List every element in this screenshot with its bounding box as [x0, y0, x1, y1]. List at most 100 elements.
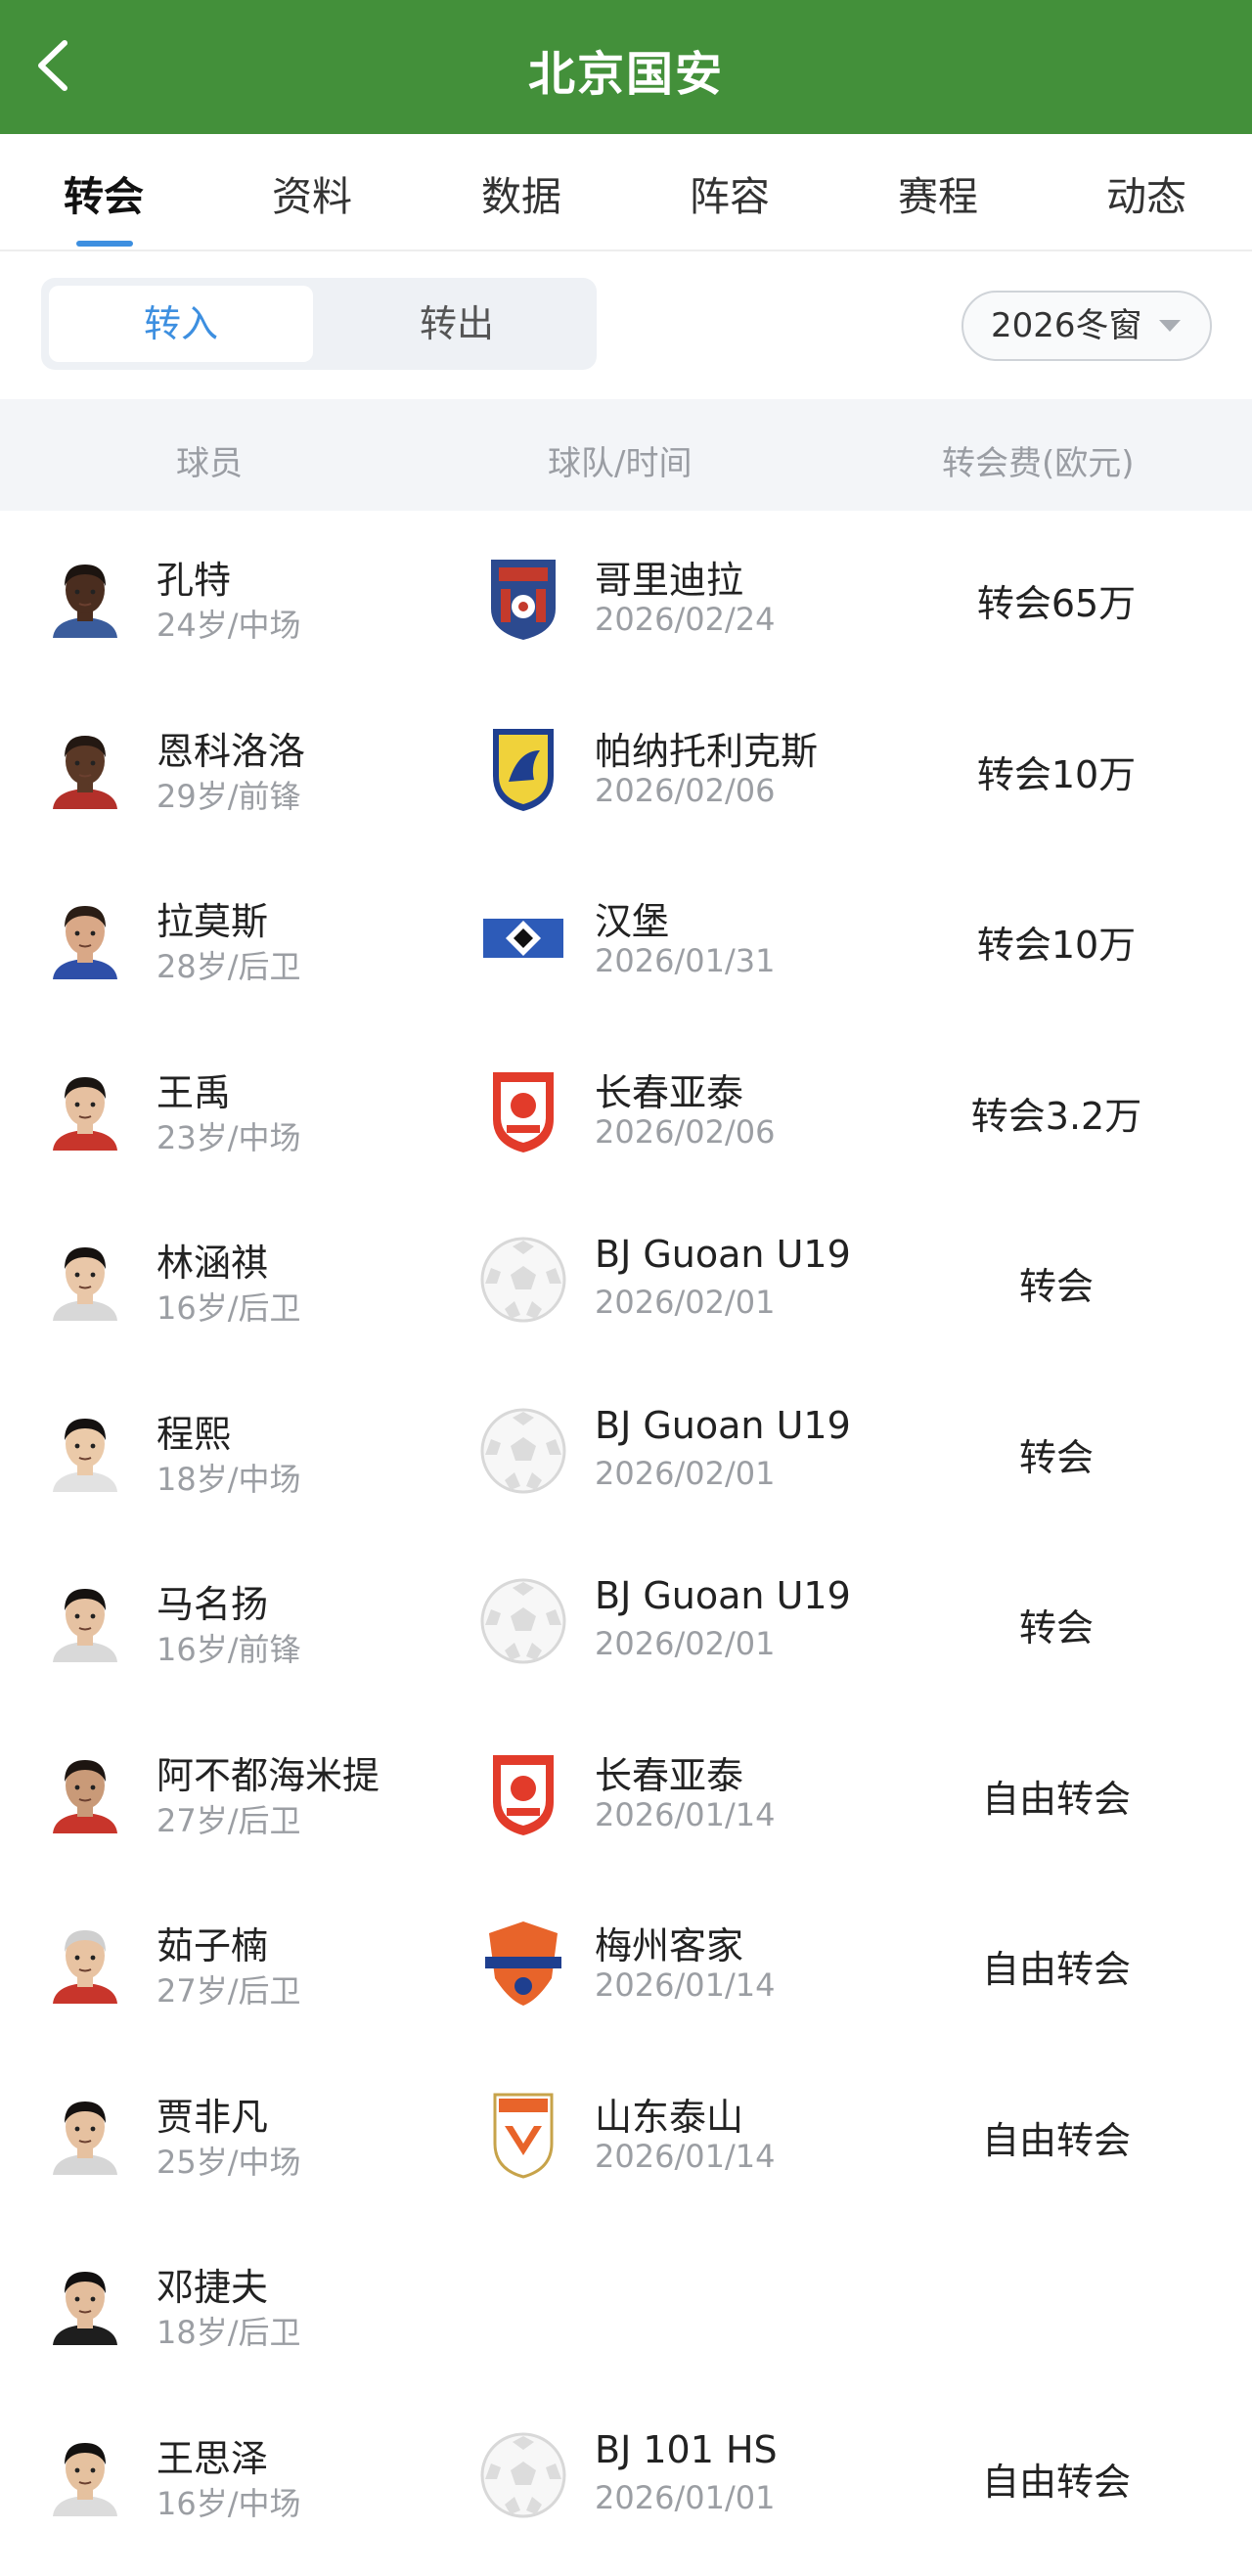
- player-age-position: 24岁/中场: [156, 607, 301, 644]
- team-name: 汉堡: [595, 900, 670, 943]
- transfer-date: 2026/02/01: [595, 1454, 776, 1492]
- transfer-fee: 转会10万: [976, 924, 1137, 967]
- player-avatar: [47, 1409, 123, 1492]
- player-avatar: [47, 1579, 123, 1662]
- team-name: BJ 101 HS: [595, 2427, 778, 2471]
- player-age-position: 28岁/后卫: [156, 948, 301, 985]
- transfer-window-value: 2026冬窗: [991, 306, 1142, 345]
- table-row[interactable]: 马名扬 16岁/前锋 BJ Guoan U19 2026/02/01 转会: [0, 1535, 1252, 1706]
- player-age-position: 25岁/中场: [156, 2143, 301, 2181]
- player-age-position: 27岁/后卫: [156, 1972, 301, 2010]
- table-row[interactable]: 恩科洛洛 29岁/前锋 帕纳托利克斯 2026/02/06 转会10万: [0, 682, 1252, 853]
- team-name: BJ Guoan U19: [595, 1403, 851, 1447]
- transfer-date: 2026/01/14: [595, 1966, 776, 2004]
- transfer-date: 2026/02/01: [595, 1625, 776, 1662]
- transfer-fee: 自由转会: [981, 1948, 1131, 1991]
- active-tab-indicator: [76, 241, 133, 247]
- player-avatar: [47, 1921, 123, 2004]
- transfer-fee: 转会: [1018, 1435, 1094, 1479]
- transfer-window-select[interactable]: 2026冬窗: [961, 291, 1212, 361]
- team-name: 梅州客家: [595, 1924, 744, 1967]
- team-name: 帕纳托利克斯: [595, 729, 819, 773]
- tab-squad[interactable]: 阵容: [661, 163, 798, 222]
- tab-transfers[interactable]: 转会: [35, 163, 172, 222]
- team-name: 哥里迪拉: [595, 559, 744, 602]
- football-placeholder-icon: [479, 1574, 567, 1667]
- transfer-fee: 自由转会: [981, 2460, 1131, 2504]
- transfer-fee: 转会10万: [976, 752, 1137, 796]
- transfer-date: 2026/02/24: [595, 601, 776, 638]
- player-avatar: [47, 896, 123, 979]
- transfer-fee: 自由转会: [981, 2118, 1131, 2162]
- tab-stats[interactable]: 数据: [453, 163, 590, 222]
- player-avatar: [47, 2092, 123, 2175]
- team-name: BJ Guoan U19: [595, 1233, 851, 1276]
- tab-bar: 转会 资料 数据 阵容 赛程 动态: [0, 134, 1252, 251]
- player-avatar: [47, 2262, 123, 2345]
- transfer-direction-toggle: 转入 转出: [41, 278, 597, 370]
- fc-dila-crest-icon: [479, 550, 567, 643]
- player-avatar: [47, 1238, 123, 1321]
- panetolikos-crest-icon: [479, 721, 567, 814]
- table-row[interactable]: 孔特 24岁/中场 哥里迪拉 2026/02/24 转会65万: [0, 511, 1252, 682]
- tab-news[interactable]: 动态: [1078, 163, 1215, 222]
- player-name: 茹子楠: [156, 1924, 269, 1967]
- table-row[interactable]: 程熙 18岁/中场 BJ Guoan U19 2026/02/01 转会: [0, 1365, 1252, 1536]
- player-name: 贾非凡: [156, 2095, 269, 2139]
- app-header: 北京国安: [0, 0, 1252, 134]
- hamburg-diamond-icon: [479, 891, 567, 984]
- team-name: BJ Guoan U19: [595, 1574, 851, 1617]
- player-age-position: 27岁/后卫: [156, 1801, 301, 1839]
- tab-profile[interactable]: 资料: [244, 163, 380, 222]
- caret-down-icon: [1159, 320, 1181, 332]
- player-age-position: 16岁/中场: [156, 2484, 301, 2522]
- column-header-player: 球员: [176, 444, 243, 483]
- team-name: 长春亚泰: [595, 1753, 744, 1797]
- player-avatar: [47, 2433, 123, 2516]
- transfer-fee: 自由转会: [981, 1777, 1131, 1821]
- player-avatar: [47, 726, 123, 809]
- player-name: 拉莫斯: [156, 900, 269, 943]
- player-name: 王禹: [156, 1070, 232, 1114]
- table-row[interactable]: 王禹 23岁/中场 长春亚泰 2026/02/06 转会3.2万: [0, 1023, 1252, 1195]
- table-row[interactable]: 贾非凡 25岁/中场 山东泰山 2026/01/14 自由转会: [0, 2048, 1252, 2219]
- transfer-date: 2026/02/06: [595, 1112, 776, 1151]
- player-age-position: 18岁/中场: [156, 1460, 301, 1498]
- table-row[interactable]: 林涵祺 16岁/后卫 BJ Guoan U19 2026/02/01 转会: [0, 1194, 1252, 1365]
- player-age-position: 29岁/前锋: [156, 777, 301, 815]
- football-placeholder-icon: [479, 1404, 567, 1497]
- player-age-position: 23岁/中场: [156, 1118, 301, 1156]
- transfer-list: 孔特 24岁/中场 哥里迪拉 2026/02/24 转会65万 恩科洛洛 29岁…: [0, 511, 1252, 2559]
- player-name: 林涵祺: [156, 1242, 269, 1285]
- player-name: 程熙: [156, 1412, 232, 1456]
- table-row[interactable]: 王思泽 16岁/中场 BJ 101 HS 2026/01/01 自由转会: [0, 2389, 1252, 2560]
- table-row[interactable]: 茹子楠 27岁/后卫 梅州客家 2026/01/14 自由转会: [0, 1876, 1252, 2048]
- transfer-date: 2026/01/01: [595, 2478, 776, 2516]
- page-title: 北京国安: [527, 47, 724, 102]
- player-age-position: 16岁/后卫: [156, 1289, 301, 1327]
- player-age-position: 16岁/前锋: [156, 1631, 301, 1668]
- column-header-team-date: 球队/时间: [548, 444, 693, 483]
- team-name: 山东泰山: [595, 2095, 744, 2139]
- player-avatar: [47, 1750, 123, 1833]
- tab-schedule[interactable]: 赛程: [870, 163, 1006, 222]
- player-name: 孔特: [156, 559, 232, 602]
- transfer-fee: 转会3.2万: [970, 1094, 1142, 1138]
- table-row[interactable]: 拉莫斯 28岁/后卫 汉堡 2026/01/31 转会10万: [0, 852, 1252, 1023]
- player-name: 马名扬: [156, 1583, 269, 1626]
- table-row[interactable]: 邓捷夫 18岁/后卫: [0, 2218, 1252, 2389]
- column-header-fee: 转会费(欧元): [942, 444, 1135, 483]
- transfer-date: 2026/02/06: [595, 771, 776, 809]
- transfer-date: 2026/01/31: [595, 942, 776, 979]
- table-row[interactable]: 阿不都海米提 27岁/后卫 长春亚泰 2026/01/14 自由转会: [0, 1706, 1252, 1877]
- football-placeholder-icon: [479, 1233, 567, 1326]
- player-name: 阿不都海米提: [156, 1753, 380, 1797]
- meizhou-hakka-crest-icon: [479, 1916, 567, 2009]
- player-name: 邓捷夫: [156, 2266, 269, 2309]
- transfer-out-button[interactable]: 转出: [325, 286, 589, 362]
- player-avatar: [47, 1067, 123, 1151]
- player-age-position: 18岁/后卫: [156, 2314, 301, 2351]
- team-name: 长春亚泰: [595, 1070, 744, 1114]
- transfer-in-button[interactable]: 转入: [49, 286, 313, 362]
- transfer-fee: 转会: [1018, 1265, 1094, 1308]
